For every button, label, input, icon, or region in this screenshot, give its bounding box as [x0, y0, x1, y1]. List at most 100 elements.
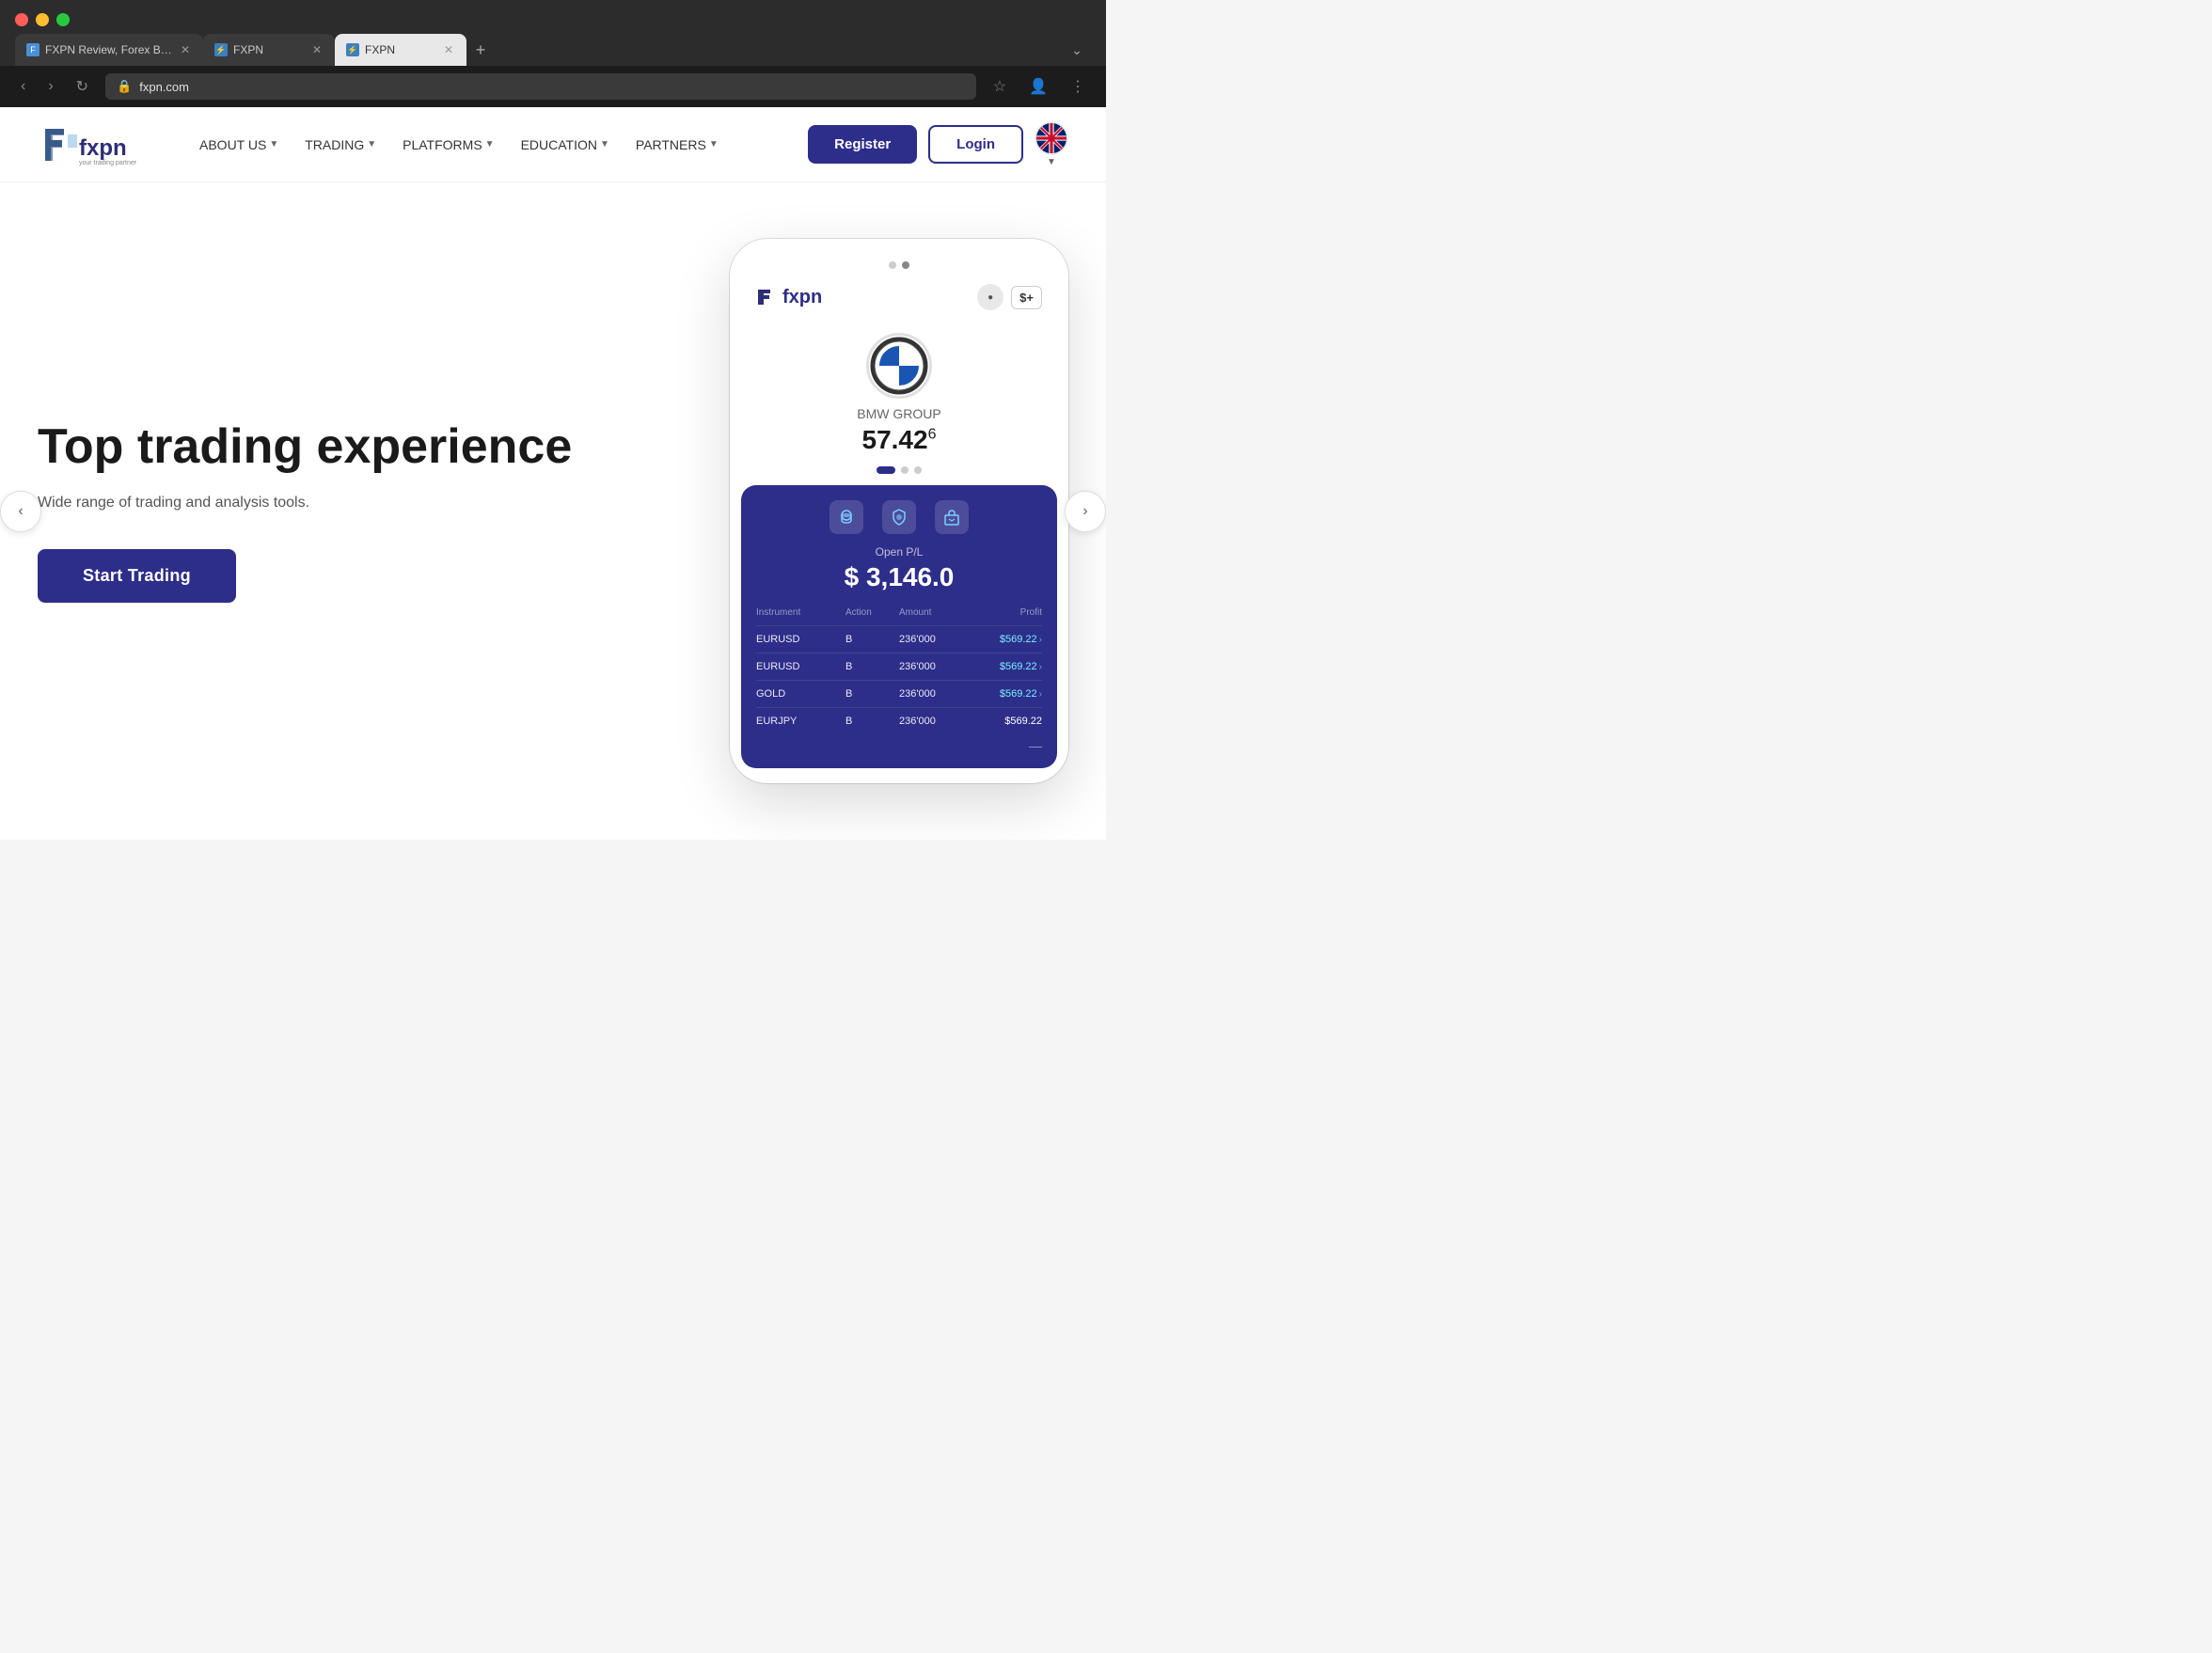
svg-text:your trading partner: your trading partner: [79, 160, 137, 166]
phone-deposit-button[interactable]: $+: [1011, 286, 1042, 309]
hero-title: Top trading experience: [38, 419, 692, 476]
phone-dot-1: [877, 466, 895, 474]
row4-amount: 236'000: [899, 716, 971, 727]
browser-tab-2[interactable]: ⚡ FXPN ✕: [203, 34, 335, 66]
row1-profit[interactable]: $569.22 ›: [971, 634, 1042, 645]
more-options-button[interactable]: ⋮: [1065, 73, 1091, 100]
nav-item-trading[interactable]: TRADING ▼: [293, 130, 387, 160]
reload-button[interactable]: ↻: [71, 73, 94, 100]
logo-svg: fxpn your trading partner: [38, 121, 150, 168]
language-dropdown-arrow: ▼: [1047, 157, 1056, 167]
row1-amount: 236'000: [899, 634, 971, 645]
tab-close-2[interactable]: ✕: [310, 41, 324, 58]
nav-item-education[interactable]: EDUCATION ▼: [510, 130, 621, 160]
register-button[interactable]: Register: [808, 125, 917, 164]
forward-button[interactable]: ›: [42, 74, 58, 99]
trade-minimize-area: —: [756, 734, 1042, 753]
tab-favicon-1: F: [26, 43, 40, 56]
navigation-bar: fxpn your trading partner ABOUT US ▼ TRA…: [0, 107, 1106, 182]
back-button[interactable]: ‹: [15, 74, 31, 99]
nav-about-label: ABOUT US: [199, 137, 266, 152]
browser-tab-1[interactable]: F FXPN Review, Forex Broker&... ✕: [15, 34, 203, 66]
pnl-value: $ 3,146.0: [756, 562, 1042, 592]
row3-profit[interactable]: $569.22 ›: [971, 688, 1042, 700]
nav-partners-chevron: ▼: [709, 139, 719, 150]
carousel-next-button[interactable]: ›: [1065, 491, 1106, 532]
tab-title-2: FXPN: [233, 43, 305, 56]
phone-logo-text: fxpn: [782, 287, 822, 308]
carousel-prev-button[interactable]: ‹: [0, 491, 41, 532]
row1-arrow[interactable]: ›: [1039, 635, 1042, 645]
url-bar[interactable]: 🔒 fxpn.com: [105, 73, 976, 100]
th-profit: Profit: [971, 607, 1042, 618]
trade-panel: Open P/L $ 3,146.0 Instrument Action Amo…: [741, 485, 1057, 768]
minimize-window-button[interactable]: [36, 13, 49, 26]
tab-title-3: FXPN: [365, 43, 436, 56]
nav-partners-label: PARTNERS: [636, 137, 706, 152]
row2-profit[interactable]: $569.22 ›: [971, 661, 1042, 672]
row3-arrow[interactable]: ›: [1039, 689, 1042, 700]
row3-amount: 236'000: [899, 688, 971, 700]
nav-actions: Register Login ▼: [808, 121, 1068, 167]
pnl-label: Open P/L: [756, 545, 1042, 559]
hero-content: Top trading experience Wide range of tra…: [38, 419, 730, 603]
phone-header: fxpn ● $+: [745, 280, 1053, 325]
th-amount: Amount: [899, 607, 971, 618]
phone-carousel-dots: [745, 455, 1053, 478]
bmw-logo-svg: [869, 336, 929, 396]
phone-notch: [889, 261, 909, 269]
row4-instrument: EURJPY: [756, 716, 845, 727]
row1-action: B: [845, 634, 899, 645]
phone-dot-3: [914, 466, 922, 474]
notch-dot-2: [902, 261, 909, 269]
tab-close-1[interactable]: ✕: [179, 41, 192, 58]
fullscreen-window-button[interactable]: [56, 13, 70, 26]
row3-instrument: GOLD: [756, 688, 845, 700]
phone-notch-area: [745, 254, 1053, 280]
browser-chrome: F FXPN Review, Forex Broker&... ✕ ⚡ FXPN…: [0, 0, 1106, 107]
security-lock-icon: 🔒: [117, 79, 132, 94]
row3-action: B: [845, 688, 899, 700]
tab-close-3[interactable]: ✕: [442, 41, 455, 58]
nav-item-partners[interactable]: PARTNERS ▼: [624, 130, 730, 160]
row2-action: B: [845, 661, 899, 672]
traffic-lights: [0, 0, 1106, 34]
nav-trading-label: TRADING: [305, 137, 364, 152]
stock-price: 57.426: [862, 425, 937, 455]
minimize-button[interactable]: —: [1029, 738, 1042, 753]
tab-favicon-2: ⚡: [214, 43, 228, 56]
nav-platforms-chevron: ▼: [485, 139, 495, 150]
row4-action: B: [845, 716, 899, 727]
table-row-3: GOLD B 236'000 $569.22 ›: [756, 680, 1042, 707]
table-row-1: EURUSD B 236'000 $569.22 ›: [756, 625, 1042, 653]
hero-section: ‹ Top trading experience Wide range of t…: [0, 182, 1106, 840]
tab-favicon-3: ⚡: [346, 43, 359, 56]
browser-tab-3[interactable]: ⚡ FXPN ✕: [335, 34, 466, 66]
website-content: W WikiFX W WikiFX W WikiFX W WikiFX W Wi…: [0, 107, 1106, 840]
flag-icon: [1035, 121, 1068, 155]
nav-item-platforms[interactable]: PLATFORMS ▼: [391, 130, 505, 160]
address-bar-container: ‹ › ↻ 🔒 fxpn.com ☆ 👤 ⋮: [0, 66, 1106, 107]
row2-arrow[interactable]: ›: [1039, 662, 1042, 672]
table-row-4: EURJPY B 236'000 $569.22: [756, 707, 1042, 734]
start-trading-button[interactable]: Start Trading: [38, 549, 236, 603]
nav-about-chevron: ▼: [269, 139, 278, 150]
logo[interactable]: fxpn your trading partner: [38, 121, 150, 168]
trade-panel-icons: [756, 500, 1042, 534]
url-text: fxpn.com: [139, 80, 964, 94]
login-button[interactable]: Login: [928, 125, 1023, 164]
bookmark-button[interactable]: ☆: [988, 73, 1012, 100]
nav-trading-chevron: ▼: [367, 139, 376, 150]
svg-text:fxpn: fxpn: [79, 135, 127, 161]
nav-item-about[interactable]: ABOUT US ▼: [188, 130, 290, 160]
phone-profile-button[interactable]: ●: [977, 284, 1003, 310]
nav-platforms-label: PLATFORMS: [403, 137, 482, 152]
trade-icon-1: [830, 500, 863, 534]
nav-menu: ABOUT US ▼ TRADING ▼ PLATFORMS ▼ EDUCATI…: [188, 130, 808, 160]
language-selector[interactable]: ▼: [1035, 121, 1068, 167]
close-window-button[interactable]: [15, 13, 28, 26]
row4-profit: $569.22: [971, 716, 1042, 727]
account-button[interactable]: 👤: [1023, 73, 1053, 100]
tab-overflow-button[interactable]: ⌄: [1063, 36, 1091, 64]
new-tab-button[interactable]: +: [466, 36, 495, 64]
